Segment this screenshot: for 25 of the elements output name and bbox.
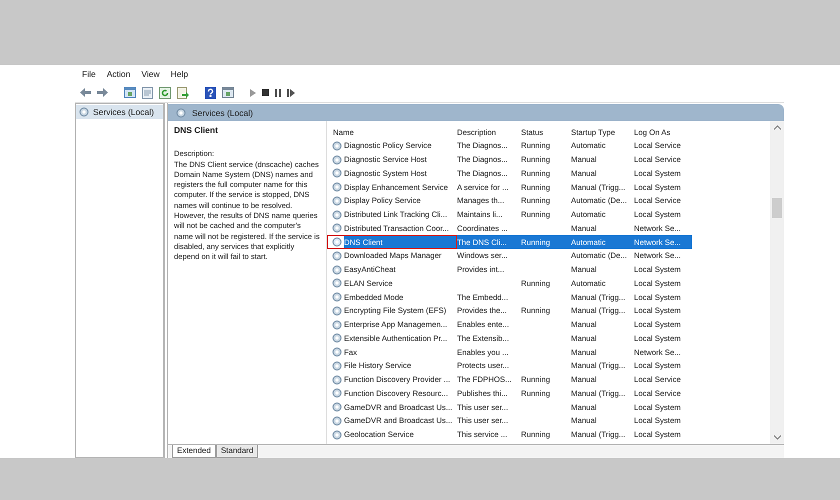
refresh-icon[interactable]: [159, 86, 171, 98]
export-icon[interactable]: [177, 86, 189, 98]
back-icon[interactable]: [80, 88, 91, 97]
scroll-up-icon[interactable]: [774, 125, 780, 130]
console-tree-icon[interactable]: [124, 87, 136, 98]
menu-item[interactable]: Action: [106, 69, 130, 79]
pause-icon[interactable]: [275, 88, 281, 96]
restart-icon[interactable]: [287, 88, 295, 96]
menu-item[interactable]: File: [82, 69, 96, 79]
help-icon[interactable]: [205, 86, 216, 98]
view-tab[interactable]: Extended: [172, 445, 216, 458]
menu-item[interactable]: Help: [170, 69, 188, 79]
tree-item[interactable]: Services (Local): [76, 105, 163, 119]
scroll-down-icon[interactable]: [774, 435, 780, 440]
play-icon[interactable]: [250, 88, 256, 96]
forward-icon[interactable]: [97, 88, 108, 97]
menu-item[interactable]: View: [141, 69, 160, 79]
scrollbar[interactable]: [770, 121, 784, 444]
tree-label: Services (Local): [93, 107, 154, 117]
pane-title: Services (Local): [192, 108, 253, 118]
document-icon[interactable]: [142, 86, 153, 98]
pane-icon[interactable]: [222, 87, 234, 98]
service-title: DNS Client: [174, 125, 219, 136]
view-tab[interactable]: Standard: [216, 445, 258, 458]
scroll-thumb[interactable]: [772, 198, 782, 218]
